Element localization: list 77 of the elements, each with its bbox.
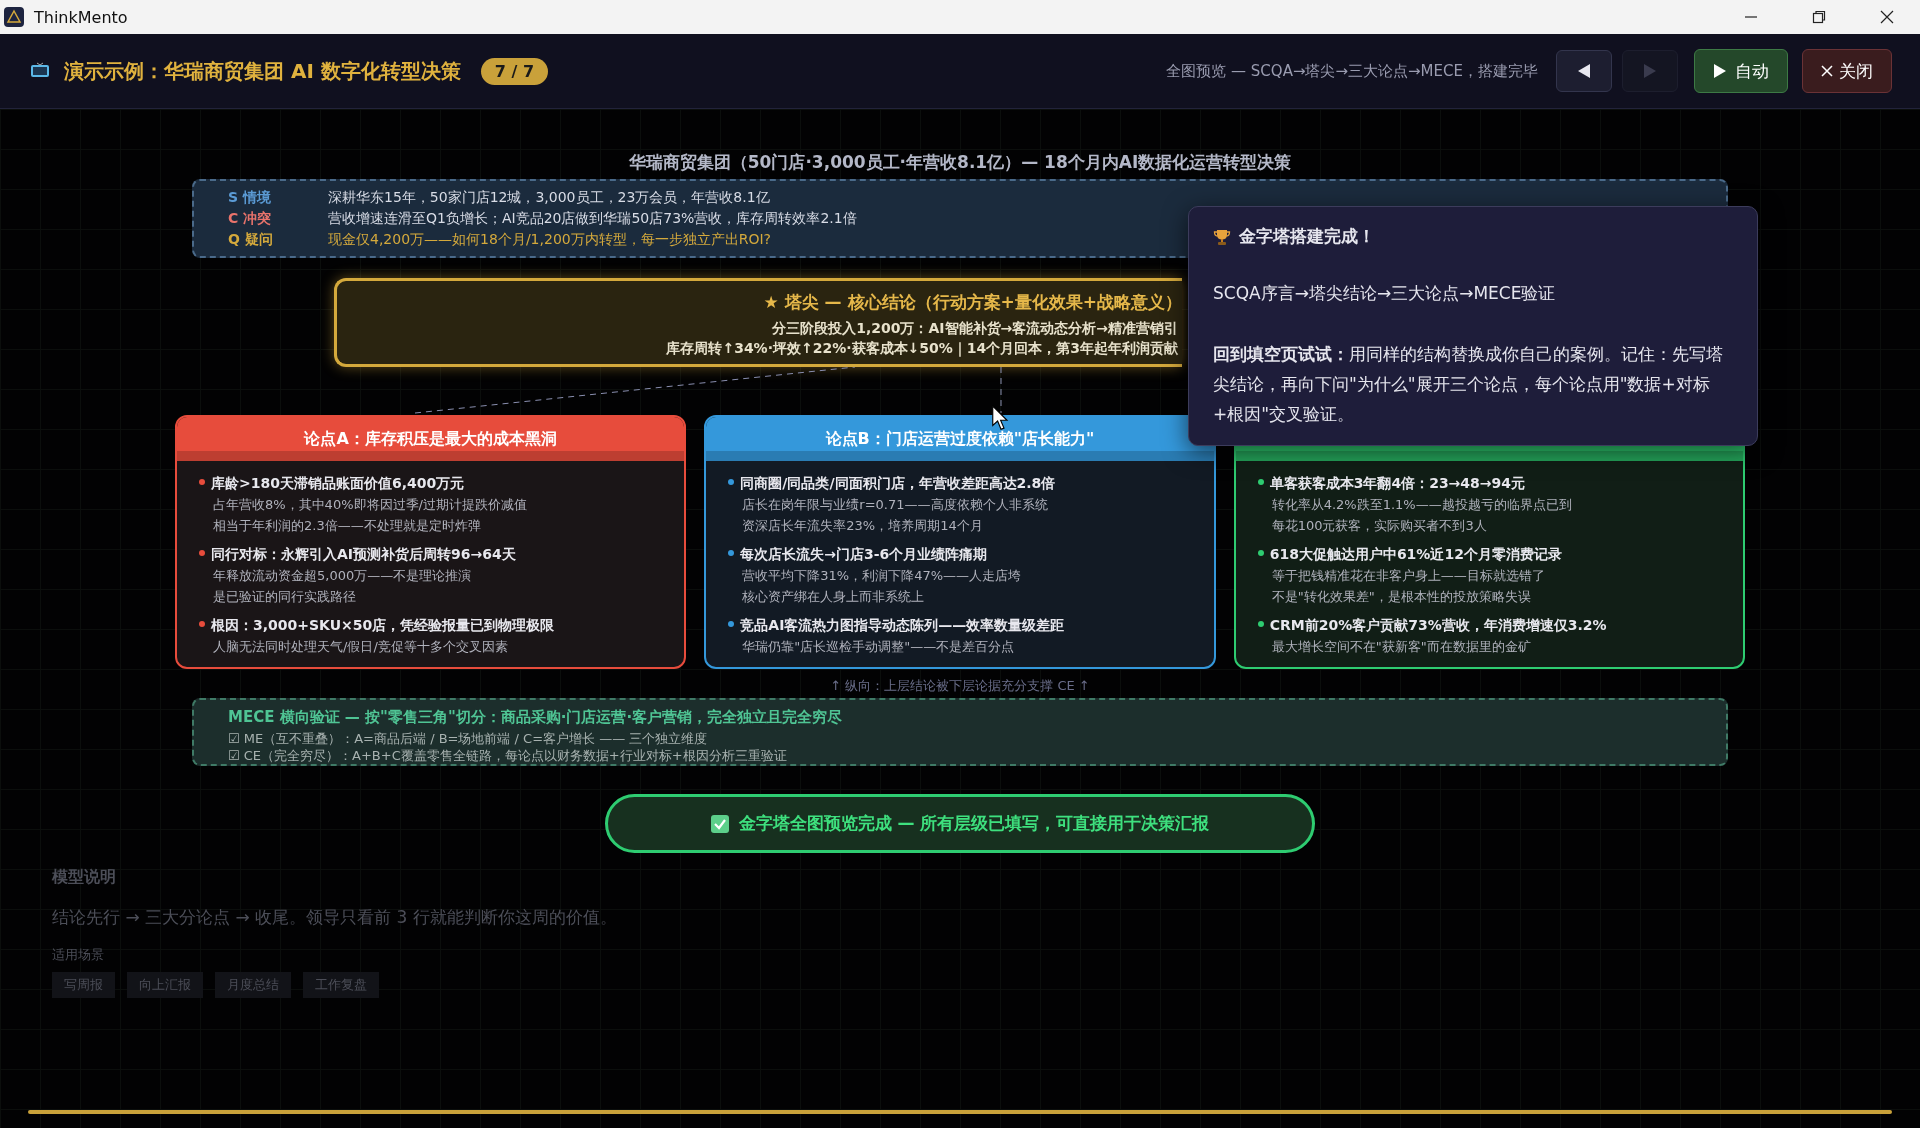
step-counter: 7 / 7 [480,57,549,85]
tv-icon [30,62,50,80]
point-detail: 人脑无法同时处理天气/假日/竞促等十多个交叉因素 [212,638,509,656]
apex-text: 分三阶段投入1,200万：AI智能补货→客流动态分析→精准营销引 [772,319,1178,338]
point-detail: 核心资产绑在人身上而非系统上 [741,588,926,606]
section-heading: 模型说明 [52,867,117,888]
bullet-icon [728,479,735,485]
scqa-text: 现金仅4,200万——如何18个月/1,200万内转型，每一步独立产出ROI? [328,230,771,249]
scqa-text: 深耕华东15年，50家门店12城，3,000员工，23万会员，年营收8.1亿 [328,188,770,207]
point-heading: 每次店长流失→门店3-6个月业绩阵痛期 [728,544,1192,565]
scene-tag: 向上汇报 [127,972,203,998]
step-caption: 全图预览 — SCQA→塔尖→三大论点→MECE，搭建完毕 [1166,61,1538,81]
point-detail: 转化率从4.2%跌至1.1%——越投越亏的临界点已到 [1270,496,1573,514]
scqa-label: S 情境 [228,188,272,207]
vertical-note: ↑ 纵向：上层结论被下层论据充分支撑 CE ↑ [829,677,1091,695]
popup-tip-text: 回到填空页试试：用同样的结构替换成你自己的案例。记住：先写塔尖结论，再向下问"为什么"展开三个论点，每个论点用"数据+对标+根因"交叉验证。 [1213,343,1724,426]
close-icon[interactable] [1880,10,1894,24]
mece-text: ☑ ME（互不重叠）：A=商品后端 / B=场地前端 / C=客户增长 —— 三个独立维度 [228,730,709,747]
previous-icon [1577,63,1591,79]
scqa-text: 营收增速连滑至Q1负增长；AI竞品20店做到华瑞50店73%营收，库存周转效率2.1倍 [328,209,857,228]
bullet-icon [199,479,205,485]
point-detail: 华瑞仍靠"店长巡检手动调整"——不是差百分点 [741,638,1016,656]
point-detail: 占年营收8%，其中40%即将因过季/过期计提跌价减值 [212,496,528,514]
bullet-icon [199,550,205,556]
point-detail: 相当于年利润的2.3倍——不处理就是定时炸弹 [212,517,482,535]
trophy-icon [1213,227,1231,246]
bullet-icon [1257,479,1264,485]
scene-tag: 月度总结 [215,972,291,998]
apex-title: ★ 塔尖 — 核心结论（行动方案+量化效果+战略意义） [763,291,1182,314]
point-detail: 资深店长年流失率23%，培养周期14个月 [741,517,984,535]
previous-button[interactable] [1556,50,1612,92]
point-detail: 是已验证的同行实践路径 [212,588,357,606]
point-heading: 库龄>180天滞销品账面价值6,400万元 [199,473,663,494]
auto-play-button[interactable]: 自动 [1694,49,1788,93]
point-detail: 店长在岗年限与业绩r=0.71——高度依赖个人非系统 [741,496,1049,514]
popup-flow-text: SCQA序言→塔尖结论→三大论点→MECE验证 [1213,282,1557,305]
mece-text: ☑ CE（完全穷尽）：A+B+C覆盖零售全链路，每论点以财务数据+行业对标+根因分析三重验证 [228,747,788,764]
window-title: ThinkMento [34,7,128,27]
pyramid-title: 华瑞商贸集团（50门店·3,000员工·年营收8.1亿）— 18个月内AI数据化运营转型决策 [627,151,1293,174]
close-button[interactable]: 关闭 [1802,49,1892,93]
point-heading: 单客获客成本3年翻4倍：23→48→94元 [1257,473,1721,494]
popup-title: 金字塔搭建完成！ [1239,225,1375,248]
argument-title: 论点B：门店运营过度依赖"店长能力" [825,428,1095,450]
bullet-icon [1257,550,1264,556]
scqa-label: C 冲突 [228,209,273,228]
point-detail: 等于把钱精准花在非客户身上——目标就选错了 [1270,567,1546,585]
apex-text: 库存周转↑34%·坪效↑22%·获客成本↓50%｜14个月回本，第3年起年利润贡献 [666,339,1178,358]
next-icon [1643,63,1657,79]
point-detail: 最大增长空间不在"获新客"而在数据里的金矿 [1270,638,1532,656]
scenes-label: 适用场景 [52,946,105,964]
demo-title: 演示示例：华瑞商贸集团 AI 数字化转型决策 [64,57,461,85]
restore-icon[interactable] [1812,10,1826,24]
point-heading: 同商圈/同品类/同面积门店，年营收差距高达2.8倍 [728,473,1192,494]
completion-text: 金字塔全图预览完成 — 所有层级已填写，可直接用于决策汇报 [738,812,1210,835]
bullet-icon [728,550,735,556]
bullet-icon [1257,621,1264,627]
scqa-label: Q 疑问 [228,230,274,249]
point-detail: 营收平均下降31%，利润下降47%——人走店垮 [741,567,1023,585]
point-heading: 竞品AI客流热力图指导动态陈列——效率数量级差距 [728,615,1192,636]
bullet-icon [199,621,205,627]
scene-tag: 工作复盘 [303,972,379,998]
bullet-icon [728,621,735,627]
mece-title: MECE 横向验证 — 按"零售三角"切分：商品采购·门店运营·客户营销，完全独立且完全穷尽 [228,708,844,727]
point-detail: 每花100元获客，实际购买者不到3人 [1270,517,1488,535]
mouse-cursor-icon [992,405,1010,431]
point-detail: 不是"转化效果差"，是根本性的投放策略失误 [1270,588,1532,606]
play-icon [1713,63,1727,79]
argument-title: 论点A：库存积压是最大的成本黑洞 [304,428,557,450]
point-heading: 618大促触达用户中61%近12个月零消费记录 [1257,544,1721,565]
description-text: 结论先行 → 三大分论点 → 收尾。领导只看前 3 行就能判断你这周的价值。 [52,906,618,929]
point-heading: 同行对标：永辉引入AI预测补货后周转96→64天 [199,544,663,565]
point-heading: CRM前20%客户贡献73%营收，年消费增速仅3.2% [1257,615,1721,636]
point-detail: 年释放流动资金超5,000万——不是理论推演 [212,567,473,585]
point-heading: 根因：3,000+SKU×50店，凭经验报量已到物理极限 [199,615,663,636]
app-logo-icon [4,7,24,27]
close-icon [1821,65,1833,77]
scene-tag: 写周报 [52,972,115,998]
